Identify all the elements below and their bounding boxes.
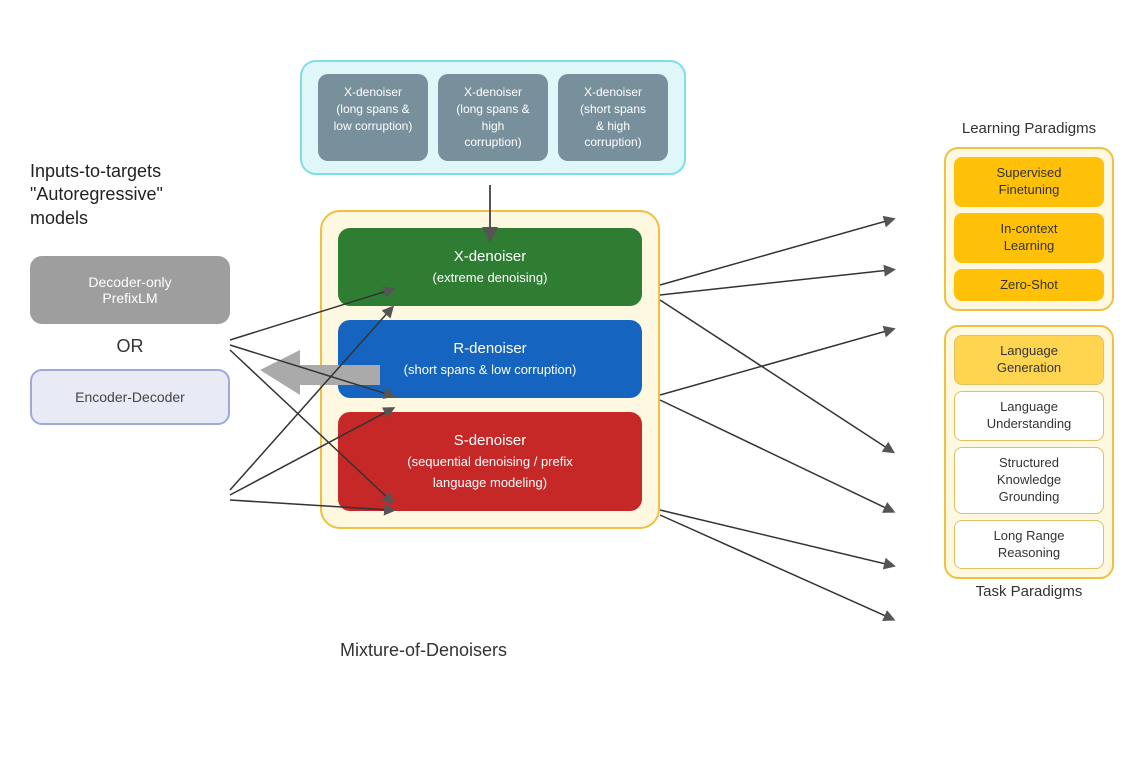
x-denoiser-button: X-denoiser(extreme denoising) [338, 228, 642, 306]
long-range-reasoning-box: Long RangeReasoning [954, 520, 1104, 570]
decoder-only-box: Decoder-only PrefixLM [30, 256, 230, 324]
zero-shot-box: Zero-Shot [954, 269, 1104, 302]
or-label: OR [30, 336, 230, 357]
s-denoiser-button: S-denoiser(sequential denoising / prefix… [338, 412, 642, 511]
language-generation-box: LanguageGeneration [954, 335, 1104, 385]
diagram: Inputs-to-targets "Autoregressive" model… [0, 0, 1144, 758]
top-denoiser-1: X-denoiser(long spans &low corruption) [318, 74, 428, 161]
r-denoiser-button: R-denoiser(short spans & low corruption) [338, 320, 642, 398]
learning-paradigms-title: Learning Paradigms [944, 120, 1114, 137]
supervised-finetuning-box: SupervisedFinetuning [954, 157, 1104, 207]
left-section: Inputs-to-targets "Autoregressive" model… [30, 160, 230, 433]
task-paradigms-title: Task Paradigms [944, 583, 1114, 600]
structured-knowledge-box: StructuredKnowledgeGrounding [954, 447, 1104, 514]
mod-title: Mixture-of-Denoisers [340, 640, 507, 661]
encoder-decoder-box: Encoder-Decoder [30, 369, 230, 425]
top-denoiser-3: X-denoiser(short spans& highcorruption) [558, 74, 668, 161]
language-understanding-box: LanguageUnderstanding [954, 391, 1104, 441]
learning-group: SupervisedFinetuning In-contextLearning … [944, 147, 1114, 311]
top-denoiser-2: X-denoiser(long spans &high corruption) [438, 74, 548, 161]
right-section: Learning Paradigms SupervisedFinetuning … [944, 120, 1114, 600]
task-group: LanguageGeneration LanguageUnderstanding… [944, 325, 1114, 579]
top-denoisers-container: X-denoiser(long spans &low corruption) X… [300, 60, 686, 175]
left-title: Inputs-to-targets "Autoregressive" model… [30, 160, 230, 230]
in-context-learning-box: In-contextLearning [954, 213, 1104, 263]
mod-container: X-denoiser(extreme denoising) R-denoiser… [320, 210, 660, 529]
